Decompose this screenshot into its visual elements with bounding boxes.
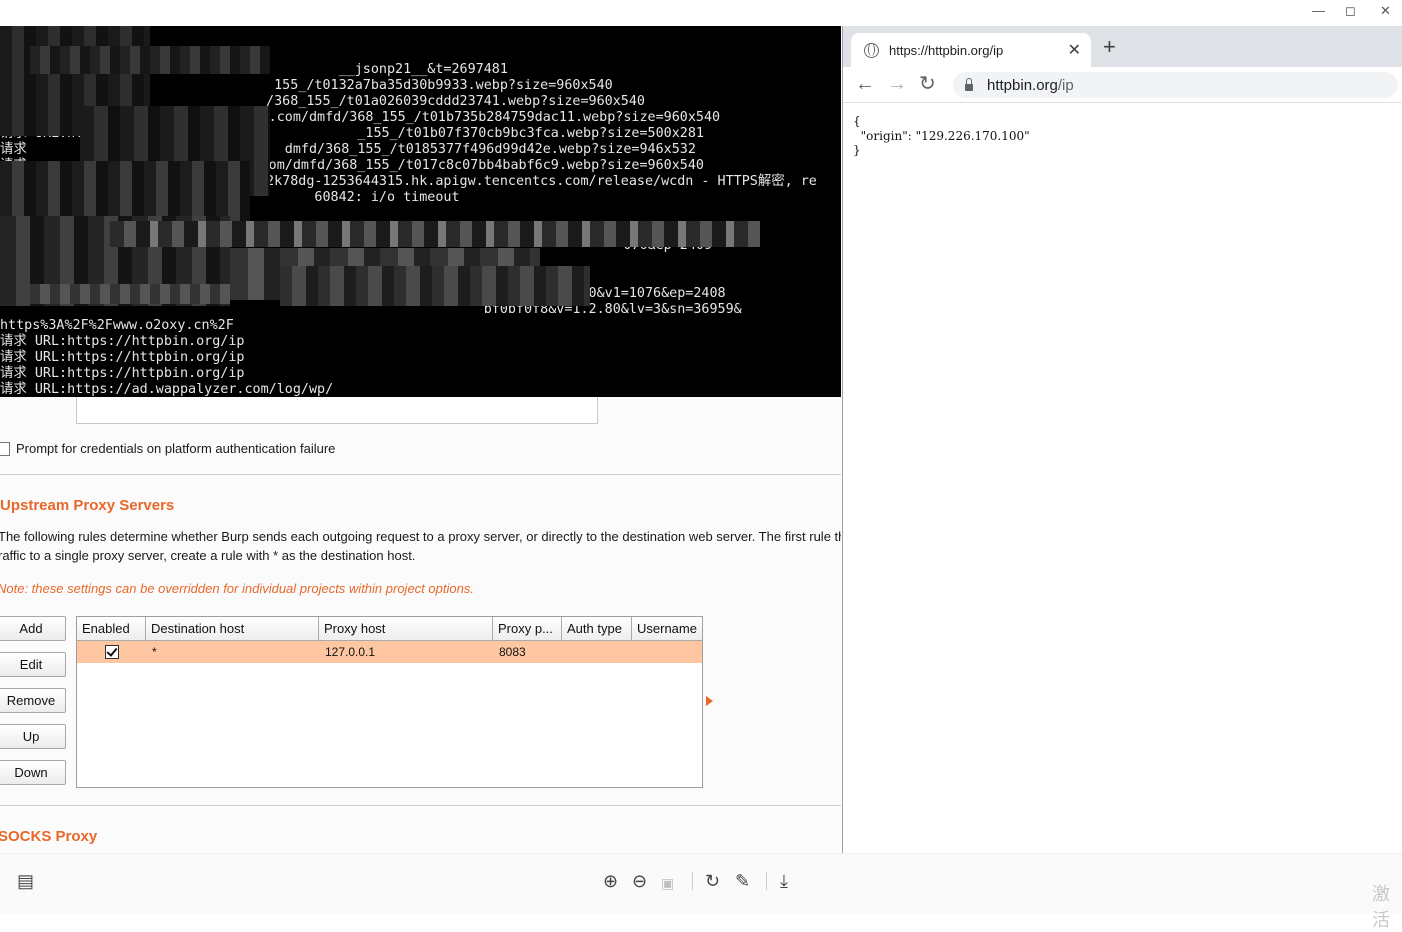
cell-proxy-host: 127.0.0.1 <box>325 645 376 659</box>
column-enabled[interactable]: Enabled <box>77 617 146 640</box>
page-json-content: { "origin": "129.226.170.100" } <box>853 114 1030 157</box>
cell-username <box>632 641 702 663</box>
up-button[interactable]: Up <box>0 724 66 749</box>
column-destination-host[interactable]: Destination host <box>146 617 319 640</box>
prompt-credentials-row[interactable]: Prompt for credentials on platform authe… <box>0 441 335 456</box>
upstream-description-line2: raffic to a single proxy server, create … <box>0 548 416 563</box>
column-auth-type[interactable]: Auth type <box>562 617 632 640</box>
add-button[interactable]: Add <box>0 616 66 641</box>
terminal-line: 请求 URL:https://ad.wappalyzer.com/log/wp/ <box>0 382 334 397</box>
upstream-description: The following rules determine whether Bu… <box>0 527 841 565</box>
download-icon[interactable]: ⤓ <box>780 870 788 892</box>
terminal-line: 请求 URL:https://httpbin.org/ip <box>0 366 245 381</box>
column-username[interactable]: Username <box>632 617 702 640</box>
tab-bar: https://httpbin.org/ip ✕ + <box>843 26 1402 67</box>
lock-icon[interactable] <box>965 77 973 91</box>
burp-options-panel: Prompt for credentials on platform authe… <box>0 397 841 853</box>
tab-close-icon[interactable]: ✕ <box>1068 40 1081 60</box>
url-host: httpbin.org <box>987 76 1058 94</box>
viewer-toolbar: ▤ ⊕ ⊖ ▣ ↻ ✎ ⤓ 激活 <box>0 853 1402 930</box>
new-tab-icon[interactable]: + <box>1103 36 1116 58</box>
back-arrow-icon[interactable]: ← <box>855 73 875 95</box>
tab-title: https://httpbin.org/ip <box>889 42 1004 58</box>
globe-icon <box>864 42 879 58</box>
upstream-proxy-table[interactable]: Enabled Destination host Proxy host Prox… <box>76 616 703 788</box>
remove-button[interactable]: Remove <box>0 688 66 713</box>
column-proxy-host[interactable]: Proxy host <box>319 617 493 640</box>
terminal-line: https%3A%2F%2Fwww.o2oxy.cn%2F <box>0 318 234 333</box>
minimize-icon[interactable]: — <box>1312 3 1325 18</box>
socks-proxy-title: SOCKS Proxy <box>0 828 98 845</box>
activation-watermark: 激活 <box>1372 884 1390 930</box>
terminal-line: 请求 URL:https://httpbin.org/ip <box>0 350 245 365</box>
zoom-out-icon[interactable]: ⊖ <box>632 870 647 892</box>
redaction-mosaic <box>280 266 590 306</box>
table-row[interactable]: * 127.0.0.1 8083 <box>77 641 702 663</box>
browser-tab[interactable]: https://httpbin.org/ip ✕ <box>851 33 1091 67</box>
redaction-mosaic <box>30 46 270 74</box>
terminal-window: __jsonp21__&t=2697481 155_/t0132a7ba35d3… <box>0 26 841 397</box>
panel-toggle-icon[interactable]: ▤ <box>17 870 34 892</box>
enabled-checkbox[interactable] <box>105 645 119 659</box>
zoom-in-icon[interactable]: ⊕ <box>603 870 618 892</box>
table-header: Enabled Destination host Proxy host Prox… <box>77 617 702 641</box>
prompt-credentials-checkbox[interactable] <box>0 441 10 456</box>
cell-enabled[interactable] <box>77 641 146 663</box>
redaction-mosaic <box>30 284 230 304</box>
browser-window: https://httpbin.org/ip ✕ + ← → ↻ httpbin… <box>842 26 1402 853</box>
toolbar-separator <box>766 872 767 890</box>
down-button[interactable]: Down <box>0 760 66 785</box>
text-area-bottom[interactable] <box>76 397 598 424</box>
url-path: /ip <box>1057 76 1074 94</box>
rotate-icon[interactable]: ↻ <box>705 870 720 892</box>
edit-button[interactable]: Edit <box>0 652 66 677</box>
edit-pencil-icon[interactable]: ✎ <box>735 870 750 892</box>
cell-auth-type <box>562 641 632 663</box>
upstream-proxy-title: Upstream Proxy Servers <box>0 497 175 514</box>
actual-size-icon[interactable]: ▣ <box>661 872 674 894</box>
reload-icon[interactable]: ↻ <box>919 73 936 95</box>
redaction-mosaic <box>110 221 760 247</box>
toolbar-separator <box>692 872 693 890</box>
redaction-mosaic <box>0 161 250 221</box>
upstream-description-line1: The following rules determine whether Bu… <box>0 529 841 544</box>
upstream-note: Note: these settings can be overridden f… <box>0 581 474 596</box>
browser-toolbar: ← → ↻ httpbin.org/ip <box>843 67 1402 103</box>
forward-arrow-icon[interactable]: → <box>887 73 907 95</box>
section-divider <box>0 474 841 475</box>
section-divider <box>0 805 841 806</box>
address-bar[interactable]: httpbin.org/ip <box>953 72 1398 98</box>
cell-destination-host: * <box>152 645 157 659</box>
maximize-icon[interactable]: ◻ <box>1345 3 1356 19</box>
cell-proxy-port: 8083 <box>499 645 526 659</box>
close-window-icon[interactable]: ✕ <box>1380 3 1391 19</box>
terminal-line: 请求 URL:https://httpbin.org/ip <box>0 334 245 349</box>
column-proxy-port[interactable]: Proxy p... <box>493 617 562 640</box>
expand-arrow-icon[interactable] <box>706 696 713 706</box>
prompt-credentials-label: Prompt for credentials on platform authe… <box>16 441 336 456</box>
